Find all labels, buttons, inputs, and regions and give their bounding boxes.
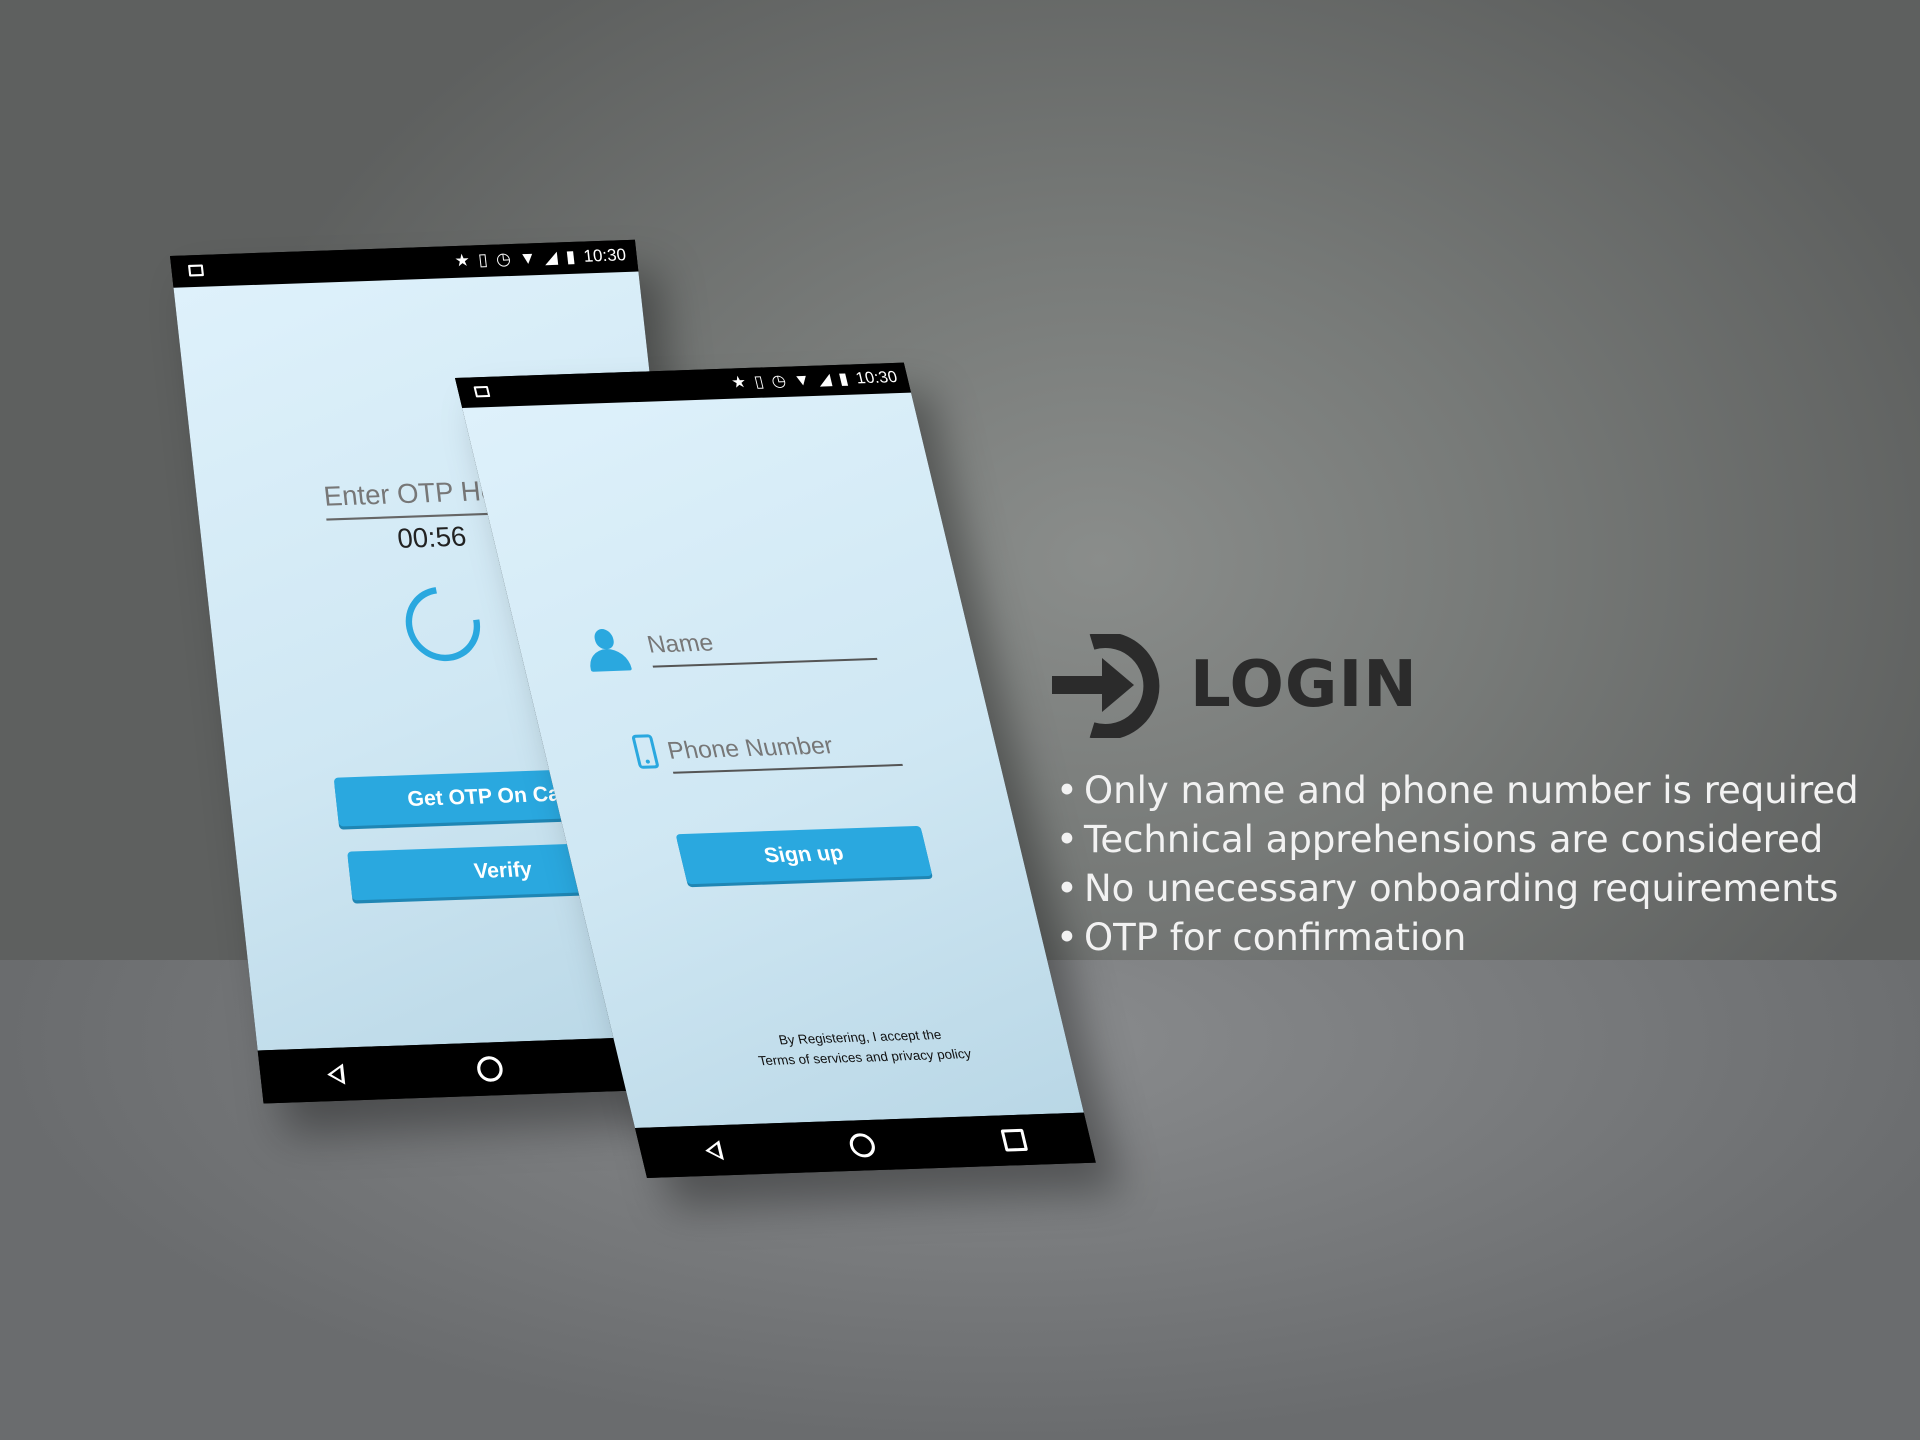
- feature-item: • Only name and phone number is required: [1056, 769, 1859, 812]
- home-icon[interactable]: [475, 1055, 504, 1083]
- vibrate-icon: ▯: [477, 251, 489, 270]
- back-icon[interactable]: [702, 1140, 724, 1161]
- loading-spinner-icon: [391, 571, 495, 677]
- gallery-icon: [187, 264, 205, 277]
- alarm-icon: ◷: [769, 372, 788, 391]
- status-time: 10:30: [582, 246, 628, 266]
- terms-notice: By Registering, I accept the Terms of se…: [735, 1023, 989, 1071]
- feature-item: • Technical apprehensions are considered: [1056, 818, 1824, 861]
- recent-apps-icon[interactable]: [1000, 1128, 1029, 1152]
- sign-up-button[interactable]: Sign up: [675, 825, 933, 885]
- gallery-icon: [473, 385, 491, 398]
- phone-number-input[interactable]: Phone Number: [665, 732, 836, 766]
- feature-item: • OTP for confirmation: [1056, 916, 1467, 959]
- battery-icon: ▮: [564, 248, 577, 267]
- vibrate-icon: ▯: [752, 373, 766, 391]
- alarm-icon: ◷: [495, 250, 512, 270]
- feature-list: • Only name and phone number is required …: [1056, 766, 1859, 962]
- wifi-icon: ▼: [792, 371, 813, 390]
- name-input-underline: [652, 657, 878, 668]
- wifi-icon: ▼: [518, 249, 538, 269]
- user-icon: [581, 628, 633, 672]
- login-heading: LOGIN: [1190, 648, 1418, 722]
- back-icon[interactable]: [326, 1063, 346, 1086]
- status-time: 10:30: [854, 368, 900, 388]
- name-input[interactable]: Name: [644, 629, 716, 659]
- login-arrow-icon: [1052, 634, 1160, 738]
- phone-input-underline: [672, 763, 903, 774]
- home-icon[interactable]: [847, 1132, 878, 1158]
- signal-icon: ◢: [816, 371, 833, 389]
- star-icon: ★: [453, 251, 471, 271]
- battery-icon: ▮: [837, 370, 851, 388]
- otp-timer: 00:56: [395, 520, 468, 555]
- signal-icon: ◢: [543, 248, 559, 268]
- feature-item: • No unecessary onboarding requirements: [1056, 867, 1839, 910]
- mobile-phone-icon: [631, 734, 660, 769]
- star-icon: ★: [729, 374, 749, 392]
